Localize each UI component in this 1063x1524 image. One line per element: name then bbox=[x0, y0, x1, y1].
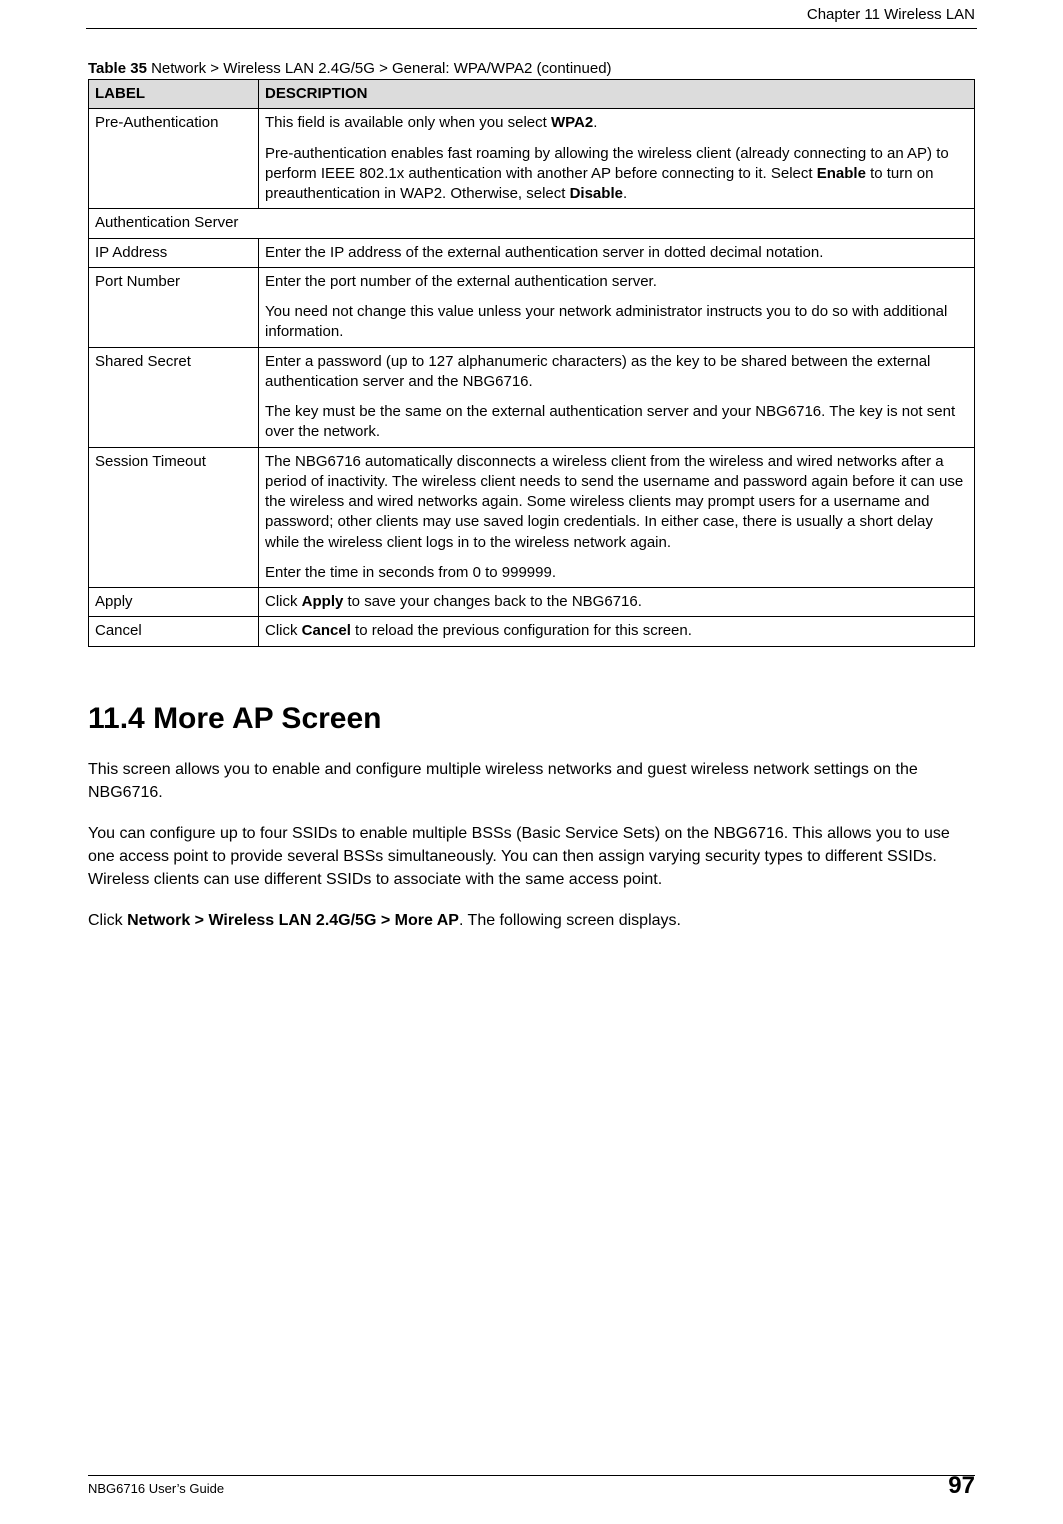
label-cell: Pre-Authentication bbox=[89, 109, 259, 209]
col-desc-header: DESCRIPTION bbox=[259, 80, 975, 109]
desc-cell: Click Cancel to reload the previous conf… bbox=[259, 617, 975, 646]
footer-page-number: 97 bbox=[948, 1472, 975, 1500]
table-row: ApplyClick Apply to save your changes ba… bbox=[89, 588, 975, 617]
section-body: This screen allows you to enable and con… bbox=[88, 758, 975, 933]
table-row: IP AddressEnter the IP address of the ex… bbox=[89, 238, 975, 267]
table-row: Pre-AuthenticationThis field is availabl… bbox=[89, 109, 975, 209]
settings-table: LABEL DESCRIPTION Pre-AuthenticationThis… bbox=[88, 79, 975, 647]
top-rule bbox=[86, 28, 977, 29]
desc-cell: Enter a password (up to 127 alphanumeric… bbox=[259, 347, 975, 447]
table-row: CancelClick Cancel to reload the previou… bbox=[89, 617, 975, 646]
desc-cell: Enter the port number of the external au… bbox=[259, 267, 975, 347]
table-row: Authentication Server bbox=[89, 209, 975, 238]
table-row: Shared SecretEnter a password (up to 127… bbox=[89, 347, 975, 447]
page-footer: NBG6716 User’s Guide 97 bbox=[88, 1475, 975, 1500]
table-title: Network > Wireless LAN 2.4G/5G > General… bbox=[147, 60, 612, 77]
body-paragraph: You can configure up to four SSIDs to en… bbox=[88, 822, 975, 892]
label-cell: Shared Secret bbox=[89, 347, 259, 447]
desc-cell: Enter the IP address of the external aut… bbox=[259, 238, 975, 267]
desc-cell: The NBG6716 automatically disconnects a … bbox=[259, 447, 975, 588]
label-cell: Port Number bbox=[89, 267, 259, 347]
footer-guide: NBG6716 User’s Guide bbox=[88, 1481, 224, 1496]
table-row: Port NumberEnter the port number of the … bbox=[89, 267, 975, 347]
label-cell: Session Timeout bbox=[89, 447, 259, 588]
body-paragraph: This screen allows you to enable and con… bbox=[88, 758, 975, 804]
table-row: Session TimeoutThe NBG6716 automatically… bbox=[89, 447, 975, 588]
label-cell: Cancel bbox=[89, 617, 259, 646]
desc-cell: Click Apply to save your changes back to… bbox=[259, 588, 975, 617]
chapter-header: Chapter 11 Wireless LAN bbox=[807, 6, 975, 23]
label-cell: Apply bbox=[89, 588, 259, 617]
table-number: Table 35 bbox=[88, 60, 147, 77]
col-label-header: LABEL bbox=[89, 80, 259, 109]
desc-cell: This field is available only when you se… bbox=[259, 109, 975, 209]
label-cell: Authentication Server bbox=[89, 209, 975, 238]
table-caption: Table 35 Network > Wireless LAN 2.4G/5G … bbox=[88, 60, 975, 77]
section-heading: 11.4 More AP Screen bbox=[88, 702, 975, 736]
label-cell: IP Address bbox=[89, 238, 259, 267]
body-paragraph: Click Network > Wireless LAN 2.4G/5G > M… bbox=[88, 909, 975, 932]
